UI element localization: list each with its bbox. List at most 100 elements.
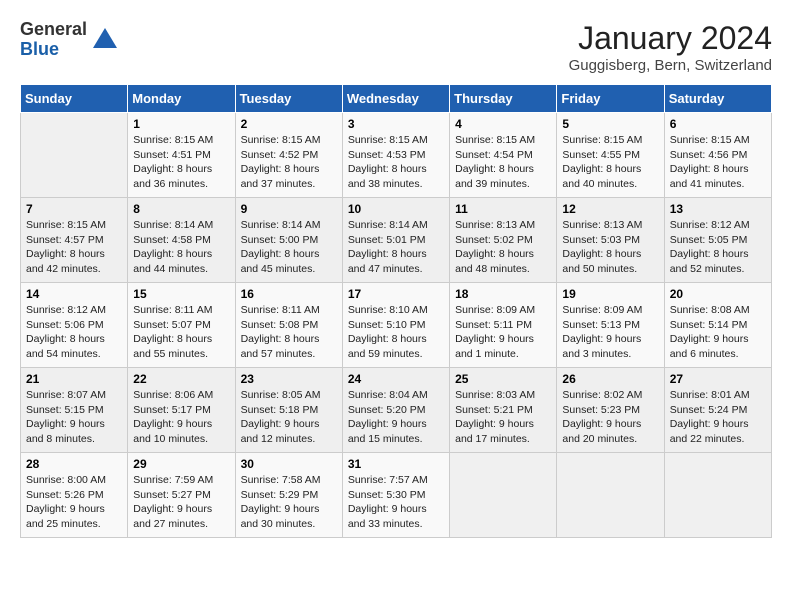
calendar-cell: 15 Sunrise: 8:11 AMSunset: 5:07 PMDayligh… — [128, 283, 235, 368]
header-day-thursday: Thursday — [450, 85, 557, 113]
day-number: 30 — [241, 457, 337, 471]
calendar-week-row: 28 Sunrise: 8:00 AMSunset: 5:26 PMDayligh… — [21, 453, 772, 538]
day-number: 10 — [348, 202, 444, 216]
cell-info: Sunrise: 8:15 AMSunset: 4:53 PMDaylight:… — [348, 133, 444, 192]
cell-info: Sunrise: 8:11 AMSunset: 5:08 PMDaylight:… — [241, 303, 337, 362]
day-number: 24 — [348, 372, 444, 386]
day-number: 31 — [348, 457, 444, 471]
month-year-title: January 2024 — [569, 20, 772, 57]
calendar-cell: 1 Sunrise: 8:15 AMSunset: 4:51 PMDaylight… — [128, 113, 235, 198]
day-number: 12 — [562, 202, 658, 216]
calendar-table: SundayMondayTuesdayWednesdayThursdayFrid… — [20, 84, 772, 538]
calendar-week-row: 7 Sunrise: 8:15 AMSunset: 4:57 PMDaylight… — [21, 198, 772, 283]
day-number: 5 — [562, 117, 658, 131]
day-number: 20 — [670, 287, 766, 301]
day-number: 27 — [670, 372, 766, 386]
calendar-cell: 14Sunrise: 8:12 AMSunset: 5:06 PMDayligh… — [21, 283, 128, 368]
cell-info: Sunrise: 7:59 AMSunset: 5:27 PMDaylight:… — [133, 473, 229, 532]
calendar-cell: 3 Sunrise: 8:15 AMSunset: 4:53 PMDaylight… — [342, 113, 449, 198]
logo: General Blue — [20, 20, 119, 60]
day-number: 13 — [670, 202, 766, 216]
cell-info: Sunrise: 8:15 AMSunset: 4:54 PMDaylight:… — [455, 133, 551, 192]
cell-info: Sunrise: 8:14 AMSunset: 4:58 PMDaylight:… — [133, 218, 229, 277]
cell-info: Sunrise: 7:58 AMSunset: 5:29 PMDaylight:… — [241, 473, 337, 532]
day-number: 4 — [455, 117, 551, 131]
cell-info: Sunrise: 8:01 AMSunset: 5:24 PMDaylight:… — [670, 388, 766, 447]
calendar-cell: 16 Sunrise: 8:11 AMSunset: 5:08 PMDayligh… — [235, 283, 342, 368]
day-number: 18 — [455, 287, 551, 301]
cell-info: Sunrise: 8:02 AMSunset: 5:23 PMDaylight:… — [562, 388, 658, 447]
day-number: 1 — [133, 117, 229, 131]
day-number: 8 — [133, 202, 229, 216]
cell-info: Sunrise: 8:00 AMSunset: 5:26 PMDaylight:… — [26, 473, 122, 532]
calendar-cell: 18 Sunrise: 8:09 AMSunset: 5:11 PMDayligh… — [450, 283, 557, 368]
calendar-cell — [21, 113, 128, 198]
day-number: 15 — [133, 287, 229, 301]
cell-info: Sunrise: 8:12 AMSunset: 5:05 PMDaylight:… — [670, 218, 766, 277]
day-number: 9 — [241, 202, 337, 216]
cell-info: Sunrise: 8:15 AMSunset: 4:55 PMDaylight:… — [562, 133, 658, 192]
header-day-sunday: Sunday — [21, 85, 128, 113]
day-number: 16 — [241, 287, 337, 301]
day-number: 2 — [241, 117, 337, 131]
day-number: 29 — [133, 457, 229, 471]
cell-info: Sunrise: 8:03 AMSunset: 5:21 PMDaylight:… — [455, 388, 551, 447]
cell-info: Sunrise: 8:10 AMSunset: 5:10 PMDaylight:… — [348, 303, 444, 362]
cell-info: Sunrise: 8:08 AMSunset: 5:14 PMDaylight:… — [670, 303, 766, 362]
page-header: General Blue January 2024 Guggisberg, Be… — [20, 20, 772, 74]
logo-icon — [91, 26, 119, 54]
cell-info: Sunrise: 8:09 AMSunset: 5:13 PMDaylight:… — [562, 303, 658, 362]
calendar-cell: 8 Sunrise: 8:14 AMSunset: 4:58 PMDaylight… — [128, 198, 235, 283]
cell-info: Sunrise: 8:15 AMSunset: 4:57 PMDaylight:… — [26, 218, 122, 277]
cell-info: Sunrise: 8:07 AMSunset: 5:15 PMDaylight:… — [26, 388, 122, 447]
calendar-cell: 25 Sunrise: 8:03 AMSunset: 5:21 PMDayligh… — [450, 368, 557, 453]
calendar-cell: 24 Sunrise: 8:04 AMSunset: 5:20 PMDayligh… — [342, 368, 449, 453]
cell-info: Sunrise: 8:13 AMSunset: 5:03 PMDaylight:… — [562, 218, 658, 277]
day-number: 14 — [26, 287, 122, 301]
day-number: 26 — [562, 372, 658, 386]
cell-info: Sunrise: 8:15 AMSunset: 4:56 PMDaylight:… — [670, 133, 766, 192]
cell-info: Sunrise: 8:06 AMSunset: 5:17 PMDaylight:… — [133, 388, 229, 447]
calendar-cell: 9 Sunrise: 8:14 AMSunset: 5:00 PMDaylight… — [235, 198, 342, 283]
calendar-cell: 17 Sunrise: 8:10 AMSunset: 5:10 PMDayligh… — [342, 283, 449, 368]
cell-info: Sunrise: 8:09 AMSunset: 5:11 PMDaylight:… — [455, 303, 551, 362]
cell-info: Sunrise: 8:05 AMSunset: 5:18 PMDaylight:… — [241, 388, 337, 447]
calendar-cell: 28 Sunrise: 8:00 AMSunset: 5:26 PMDayligh… — [21, 453, 128, 538]
day-number: 6 — [670, 117, 766, 131]
day-number: 17 — [348, 287, 444, 301]
cell-info: Sunrise: 8:15 AMSunset: 4:52 PMDaylight:… — [241, 133, 337, 192]
calendar-week-row: 1 Sunrise: 8:15 AMSunset: 4:51 PMDaylight… — [21, 113, 772, 198]
calendar-cell: 21 Sunrise: 8:07 AMSunset: 5:15 PMDayligh… — [21, 368, 128, 453]
calendar-header-row: SundayMondayTuesdayWednesdayThursdayFrid… — [21, 85, 772, 113]
day-number: 25 — [455, 372, 551, 386]
calendar-cell: 7 Sunrise: 8:15 AMSunset: 4:57 PMDaylight… — [21, 198, 128, 283]
day-number: 19 — [562, 287, 658, 301]
calendar-cell: 10 Sunrise: 8:14 AMSunset: 5:01 PMDayligh… — [342, 198, 449, 283]
calendar-cell: 20 Sunrise: 8:08 AMSunset: 5:14 PMDayligh… — [664, 283, 771, 368]
header-day-tuesday: Tuesday — [235, 85, 342, 113]
day-number: 3 — [348, 117, 444, 131]
calendar-cell: 26 Sunrise: 8:02 AMSunset: 5:23 PMDayligh… — [557, 368, 664, 453]
calendar-cell: 19 Sunrise: 8:09 AMSunset: 5:13 PMDayligh… — [557, 283, 664, 368]
day-number: 28 — [26, 457, 122, 471]
cell-info: Sunrise: 8:15 AMSunset: 4:51 PMDaylight:… — [133, 133, 229, 192]
header-day-wednesday: Wednesday — [342, 85, 449, 113]
cell-info: Sunrise: 8:11 AMSunset: 5:07 PMDaylight:… — [133, 303, 229, 362]
calendar-cell: 5 Sunrise: 8:15 AMSunset: 4:55 PMDaylight… — [557, 113, 664, 198]
calendar-cell: 6 Sunrise: 8:15 AMSunset: 4:56 PMDaylight… — [664, 113, 771, 198]
day-number: 22 — [133, 372, 229, 386]
cell-info: Sunrise: 8:14 AMSunset: 5:01 PMDaylight:… — [348, 218, 444, 277]
day-number: 23 — [241, 372, 337, 386]
day-number: 7 — [26, 202, 122, 216]
calendar-cell — [557, 453, 664, 538]
calendar-cell — [450, 453, 557, 538]
location-subtitle: Guggisberg, Bern, Switzerland — [569, 57, 772, 74]
day-number: 21 — [26, 372, 122, 386]
calendar-cell: 22 Sunrise: 8:06 AMSunset: 5:17 PMDayligh… — [128, 368, 235, 453]
cell-info: Sunrise: 8:04 AMSunset: 5:20 PMDaylight:… — [348, 388, 444, 447]
logo-blue-text: Blue — [20, 40, 87, 60]
calendar-cell: 12 Sunrise: 8:13 AMSunset: 5:03 PMDayligh… — [557, 198, 664, 283]
cell-info: Sunrise: 7:57 AMSunset: 5:30 PMDaylight:… — [348, 473, 444, 532]
cell-info: Sunrise: 8:14 AMSunset: 5:00 PMDaylight:… — [241, 218, 337, 277]
header-day-friday: Friday — [557, 85, 664, 113]
